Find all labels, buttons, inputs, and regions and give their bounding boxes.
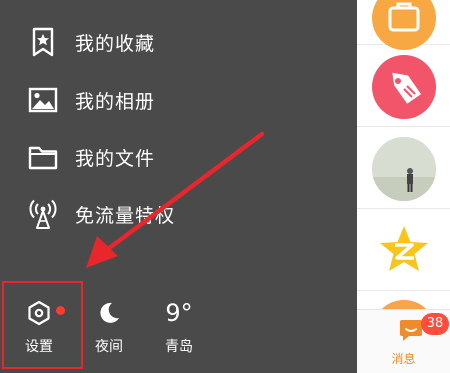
weather-temperature-wrapper: 9° bbox=[165, 296, 192, 330]
bookmark-star-icon bbox=[26, 25, 60, 59]
qq-app-screen: 我的收藏 我的相册 我的文件 免流量特权 设置 夜间 9° 青岛 38 消息 bbox=[0, 0, 450, 373]
menu-label-album: 我的相册 bbox=[75, 90, 156, 113]
tab-messages-label: 消息 bbox=[391, 352, 416, 366]
settings-hexagon-icon bbox=[26, 296, 52, 330]
picture-icon bbox=[26, 83, 60, 117]
side-drawer: 我的收藏 我的相册 我的文件 免流量特权 设置 夜间 9° 青岛 bbox=[0, 0, 357, 373]
weather-city: 青岛 bbox=[165, 339, 193, 355]
settings-label: 设置 bbox=[25, 339, 53, 355]
folder-icon bbox=[26, 140, 60, 174]
qzone-star-icon[interactable] bbox=[372, 218, 436, 282]
menu-label-files: 我的文件 bbox=[75, 147, 156, 170]
tab-messages[interactable]: 38 消息 bbox=[357, 309, 450, 373]
antenna-signal-icon bbox=[26, 197, 60, 231]
night-mode-button[interactable]: 夜间 bbox=[88, 296, 130, 362]
menu-item-album[interactable]: 我的相册 bbox=[26, 82, 306, 118]
weather-temperature: 9° bbox=[165, 299, 193, 327]
weather-button[interactable]: 9° 青岛 bbox=[158, 296, 200, 362]
night-mode-label: 夜间 bbox=[95, 339, 123, 355]
menu-label-favorites: 我的收藏 bbox=[75, 32, 156, 55]
person-photo-avatar[interactable] bbox=[372, 137, 436, 201]
menu-item-favorites[interactable]: 我的收藏 bbox=[26, 24, 306, 60]
menu-label-data-privilege: 免流量特权 bbox=[75, 204, 176, 227]
menu-item-files[interactable]: 我的文件 bbox=[26, 139, 306, 175]
settings-button[interactable]: 设置 bbox=[16, 296, 65, 362]
unread-badge: 38 bbox=[421, 313, 449, 335]
moon-icon bbox=[97, 296, 121, 330]
menu-item-data-privilege[interactable]: 免流量特权 bbox=[26, 196, 306, 232]
notification-dot bbox=[56, 306, 65, 315]
tag-avatar[interactable] bbox=[372, 55, 436, 119]
